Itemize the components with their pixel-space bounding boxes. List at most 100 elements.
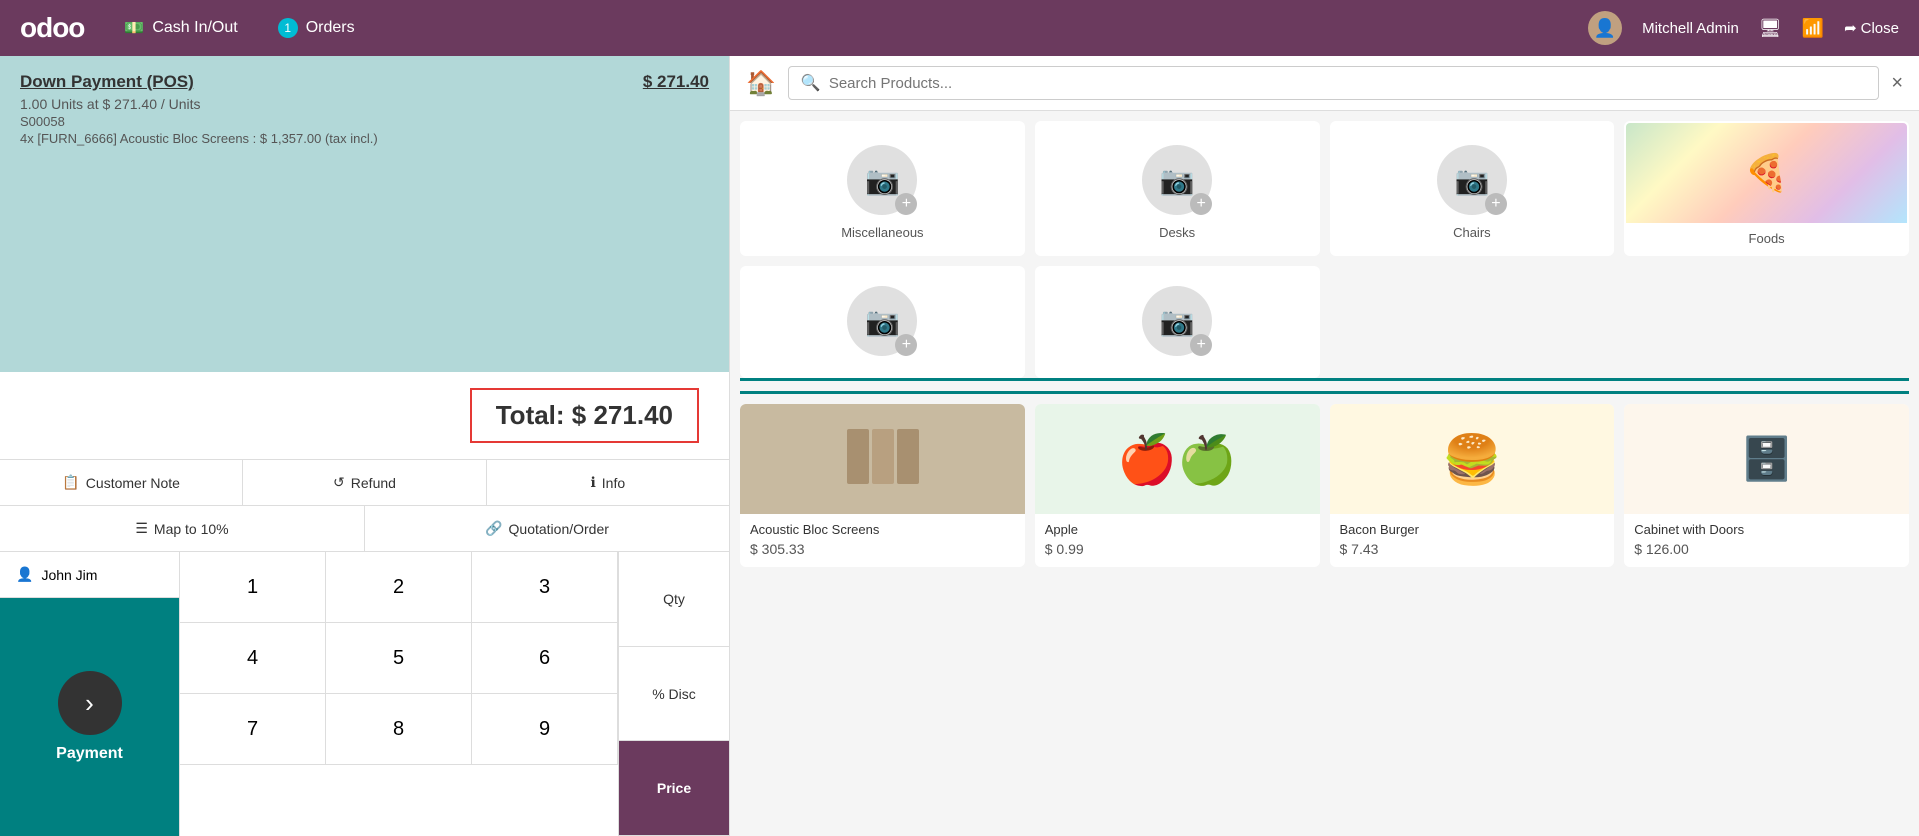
miscellaneous-img: 📷 [847,145,917,215]
key-9[interactable]: 9 [472,694,618,765]
payment-label: Payment [56,745,123,763]
key-3[interactable]: 3 [472,552,618,623]
info-button[interactable]: ℹ Info [487,460,729,505]
search-input[interactable] [829,75,1867,92]
category-miscellaneous[interactable]: 📷 Miscellaneous [740,121,1025,256]
quotation-order-button[interactable]: 🔗 Quotation/Order [365,506,729,551]
key-2[interactable]: 2 [326,552,472,623]
customer-note-button[interactable]: 📋 Customer Note [0,460,243,505]
cabinet-with-doors-img: 🗄️ [1624,404,1909,514]
cabinet-with-doors-name: Cabinet with Doors [1634,522,1899,537]
payment-arrow-icon: › [58,671,122,735]
orders-badge: 1 [278,18,298,38]
right-panel: 🏠 🔍 × 📷 Miscellaneous 📷 Desks 📷 [730,56,1919,836]
chairs-img: 📷 [1437,145,1507,215]
acoustic-bloc-screens-info: Acoustic Bloc Screens $ 305.33 [740,514,1025,567]
product-cabinet-with-doors[interactable]: 🗄️ Cabinet with Doors $ 126.00 [1624,404,1909,567]
products-grid: Acoustic Bloc Screens $ 305.33 🍎🍏 Apple … [740,391,1909,567]
cabinet-with-doors-info: Cabinet with Doors $ 126.00 [1624,514,1909,567]
main-content: Down Payment (POS) $ 271.40 1.00 Units a… [0,56,1919,836]
product-bacon-burger[interactable]: 🍔 Bacon Burger $ 7.43 [1330,404,1615,567]
customer-column: 👤 John Jim › Payment [0,552,180,836]
category-foods[interactable]: 🍕 Foods [1624,121,1909,256]
key-8[interactable]: 8 [326,694,472,765]
bacon-burger-name: Bacon Burger [1340,522,1605,537]
topnav-right: 👤 Mitchell Admin 🖥 📶 ➦ Close [1588,11,1899,45]
orders-button[interactable]: 1 Orders [278,18,355,38]
cabinet-with-doors-price: $ 126.00 [1634,541,1899,557]
apple-img: 🍎🍏 [1035,404,1320,514]
cash-in-out-button[interactable]: 💵 Cash In/Out [124,18,237,38]
customer-name: John Jim [41,567,97,583]
close-icon: ➦ [1844,19,1857,37]
close-button[interactable]: ➦ Close [1844,19,1899,37]
extra-cat-2-img: 📷 [1142,286,1212,356]
action-buttons-row2: ☰ Map to 10% 🔗 Quotation/Order [0,506,729,552]
foods-img: 🍕 [1626,123,1907,223]
desks-img: 📷 [1142,145,1212,215]
order-total: Total: $ 271.40 [470,388,699,443]
note-icon: 📋 [62,474,79,491]
odoo-logo: odoo [20,12,84,44]
category-grid: 📷 Miscellaneous 📷 Desks 📷 Chairs 🍕 Foods [740,121,1909,256]
product-acoustic-bloc-screens[interactable]: Acoustic Bloc Screens $ 305.33 [740,404,1025,567]
bacon-burger-img: 🍔 [1330,404,1615,514]
product-apple[interactable]: 🍎🍏 Apple $ 0.99 [1035,404,1320,567]
order-units: 1.00 Units at $ 271.40 / Units [20,96,709,112]
key-6[interactable]: 6 [472,623,618,694]
search-bar: 🏠 🔍 × [730,56,1919,111]
category-chairs[interactable]: 📷 Chairs [1330,121,1615,256]
top-navigation: odoo 💵 Cash In/Out 1 Orders 👤 Mitchell A… [0,0,1919,56]
chain-icon: 🔗 [485,520,502,537]
key-4[interactable]: 4 [180,623,326,694]
cash-icon: 💵 [124,18,144,38]
mode-keys: Qty % Disc Price [619,552,729,836]
search-clear-button[interactable]: × [1891,72,1903,95]
map-icon: ☰ [135,520,148,537]
left-panel: Down Payment (POS) $ 271.40 1.00 Units a… [0,56,730,836]
info-icon: ℹ [590,474,595,491]
user-name: Mitchell Admin [1642,20,1739,37]
customer-info: 👤 John Jim [0,552,179,598]
apple-info: Apple $ 0.99 [1035,514,1320,567]
category-desks[interactable]: 📷 Desks [1035,121,1320,256]
order-summary: Down Payment (POS) $ 271.40 1.00 Units a… [0,56,729,372]
search-icon: 🔍 [801,73,821,93]
key-1[interactable]: 1 [180,552,326,623]
acoustic-bloc-screens-name: Acoustic Bloc Screens [750,522,1015,537]
qty-mode-button[interactable]: Qty [619,552,729,647]
wifi-icon: 📶 [1802,18,1824,39]
extra-cat-1-img: 📷 [847,286,917,356]
order-items: 4x [FURN_6666] Acoustic Bloc Screens : $… [20,131,709,146]
refund-button[interactable]: ↺ Refund [243,460,486,505]
payment-button[interactable]: › Payment [0,598,179,836]
category-extra-1[interactable]: 📷 [740,266,1025,378]
order-price: $ 271.40 [643,72,709,92]
acoustic-bloc-screens-img [740,404,1025,514]
order-title: Down Payment (POS) $ 271.40 [20,72,709,92]
key-5[interactable]: 5 [326,623,472,694]
chairs-label: Chairs [1453,225,1491,240]
apple-price: $ 0.99 [1045,541,1310,557]
key-7[interactable]: 7 [180,694,326,765]
disc-mode-button[interactable]: % Disc [619,647,729,742]
numpad-area: 👤 John Jim › Payment 1 2 3 4 5 6 7 8 9 [0,552,729,836]
foods-label: Foods [1741,223,1793,254]
products-area: 📷 Miscellaneous 📷 Desks 📷 Chairs 🍕 Foods [730,111,1919,836]
price-mode-button[interactable]: Price [619,741,729,836]
home-button[interactable]: 🏠 [746,69,776,98]
order-ref: S00058 [20,114,709,129]
acoustic-bloc-screens-price: $ 305.33 [750,541,1015,557]
category-extra-2[interactable]: 📷 [1035,266,1320,378]
action-buttons-row1: 📋 Customer Note ↺ Refund ℹ Info [0,459,729,506]
category-product-separator [740,378,1909,381]
monitor-icon: 🖥 [1759,18,1782,39]
desks-label: Desks [1159,225,1195,240]
numpad-grid: 1 2 3 4 5 6 7 8 9 [180,552,619,836]
map-to-10-button[interactable]: ☰ Map to 10% [0,506,365,551]
apple-name: Apple [1045,522,1310,537]
bacon-burger-price: $ 7.43 [1340,541,1605,557]
total-container: Total: $ 271.40 [0,372,729,459]
miscellaneous-label: Miscellaneous [841,225,923,240]
search-wrapper: 🔍 [788,66,1879,100]
